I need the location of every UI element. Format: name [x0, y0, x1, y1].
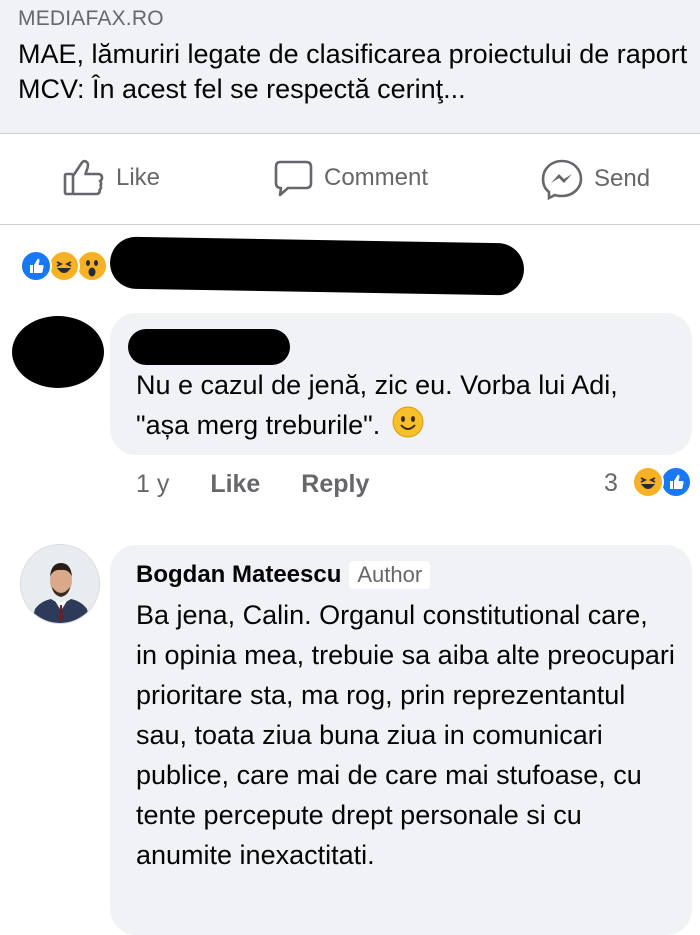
haha-reaction-icon	[632, 466, 664, 498]
reaction-count: 3	[604, 469, 618, 497]
redacted-author-name	[128, 329, 290, 365]
comment-time[interactable]: 1 y	[136, 470, 169, 498]
divider	[0, 224, 700, 225]
comment-text: Nu e cazul de jenă, zic eu. Vorba lui Ad…	[136, 365, 656, 449]
comment-bubble: Nu e cazul de jenă, zic eu. Vorba lui Ad…	[110, 313, 692, 455]
like-reaction-icon	[660, 466, 692, 498]
haha-reaction-icon	[48, 250, 80, 282]
like-icon	[62, 158, 106, 198]
action-bar: Like Comment Send	[0, 134, 700, 224]
comment-label: Comment	[324, 164, 429, 191]
like-reaction-icon	[20, 250, 52, 282]
comment-meta: 1 y Like Reply	[136, 470, 369, 499]
reactions-summary[interactable]	[0, 226, 700, 306]
comment-text: Ba jena, Calin. Organul constitutional c…	[136, 600, 675, 870]
comment-icon	[272, 158, 314, 198]
send-label: Send	[594, 165, 651, 192]
comment-like-button[interactable]: Like	[210, 470, 260, 498]
wow-reaction-icon	[76, 250, 108, 282]
like-label: Like	[116, 164, 161, 191]
redacted-names	[109, 236, 525, 296]
comment-reactions[interactable]: 3	[604, 466, 694, 502]
comment-author-name[interactable]: Bogdan Mateescu	[136, 561, 341, 588]
comment-author-row: Bogdan Mateescu Author	[136, 561, 431, 589]
link-preview[interactable]: MEDIAFAX.RO MAE, lămuriri legate de clas…	[0, 0, 700, 133]
avatar[interactable]	[12, 316, 104, 388]
author-badge: Author	[349, 561, 431, 589]
smile-emoji-icon	[392, 406, 424, 449]
send-button[interactable]: Send	[540, 158, 650, 200]
messenger-icon	[540, 158, 584, 200]
like-button[interactable]: Like	[62, 158, 160, 198]
reaction-icons	[20, 250, 120, 286]
comment-button[interactable]: Comment	[272, 158, 428, 198]
link-source: MEDIAFAX.RO	[18, 7, 164, 30]
author-avatar[interactable]	[20, 544, 100, 624]
link-headline[interactable]: MAE, lămuriri legate de clasificarea pro…	[18, 37, 688, 107]
comment-reply-button[interactable]: Reply	[301, 470, 369, 498]
comment-bubble: Bogdan Mateescu Author Ba jena, Calin. Or…	[110, 545, 692, 935]
